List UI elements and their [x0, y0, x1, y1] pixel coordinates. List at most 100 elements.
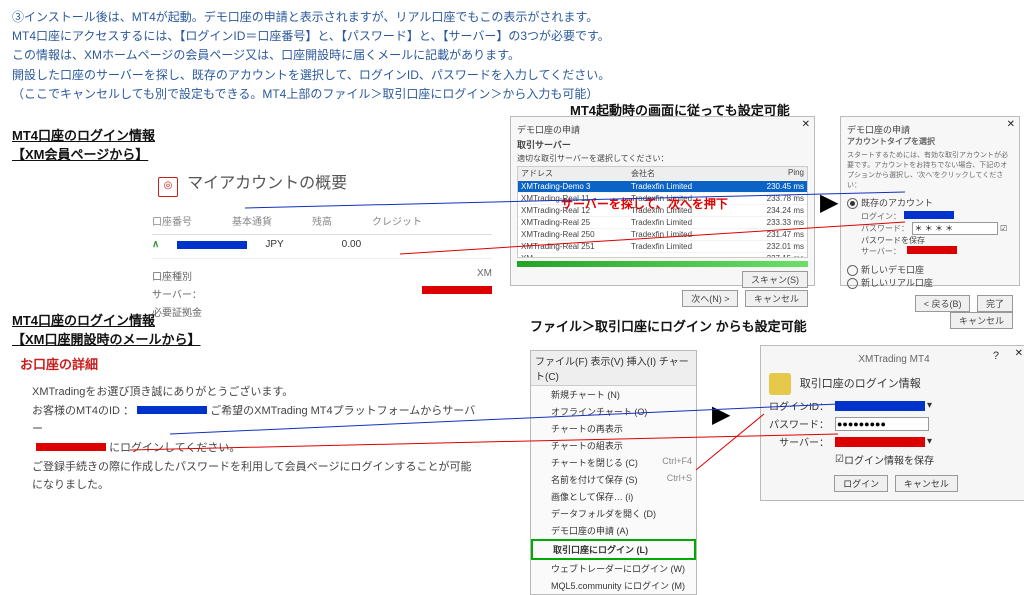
server-row: サーバー：: [861, 246, 1013, 257]
intro-line: （ここでキャンセルしても別で設定もできる。MT4上部のファイル＞取引口座にログイ…: [12, 85, 1012, 104]
menu-item[interactable]: 新規チャート (N): [531, 386, 696, 403]
dialog-desc: スタートするためには、有効な取引アカウントが必要です。アカウントをお持ちでない場…: [847, 150, 1013, 190]
login-id-row: ログインID： ▾: [769, 398, 1019, 413]
menu-item[interactable]: オフラインチャート (O): [531, 403, 696, 420]
dropdown-icon[interactable]: ▾: [927, 400, 932, 411]
menu-item[interactable]: チャートを閉じる (C)Ctrl+F4: [531, 454, 696, 471]
close-icon[interactable]: ✕: [1015, 348, 1023, 359]
login-row: ログイン：: [861, 211, 1013, 222]
menu-item[interactable]: チャートの再表示: [531, 420, 696, 437]
tab-col: 残高: [312, 213, 332, 228]
back-button[interactable]: < 戻る(B): [915, 295, 971, 312]
mail-line: にログインしてください。: [32, 439, 482, 458]
dialog-sub: アカウントタイプを選択: [847, 136, 1013, 147]
tab-col: クレジット: [372, 213, 422, 228]
mail-server-masked: [36, 443, 106, 451]
account-type-dialog: ✕ デモ口座の申請 アカウントタイプを選択 スタートするためには、有効な取引アカ…: [840, 116, 1020, 286]
menu-item[interactable]: チャートの組表示: [531, 437, 696, 454]
caption-filemenu: ファイル＞取引口座にログイン からも設定可能: [530, 316, 807, 335]
opt-real[interactable]: 新しいリアル口座: [847, 276, 1013, 289]
tab-col: 基本通貨: [232, 213, 272, 228]
password-field[interactable]: [912, 222, 998, 235]
password-field[interactable]: [835, 417, 929, 431]
kv-row: サーバー：: [152, 286, 492, 301]
login-dialog: ✕ ? XMTrading MT4 取引口座のログイン情報 ログインID： ▾ …: [760, 345, 1024, 501]
overview-tabs: 口座番号 基本通貨 残高 クレジット: [152, 207, 492, 235]
overview-title: マイアカウントの概要: [187, 175, 347, 192]
arrow-icon: ▶: [712, 400, 730, 429]
scan-button[interactable]: スキャン(S): [742, 271, 808, 288]
list-header: アドレス 会社名 Ping: [518, 167, 807, 180]
menu-item[interactable]: 取引口座にログイン (L): [531, 539, 696, 560]
intro-line: ③インストール後は、MT4が起動。デモ口座の申請と表示されますが、リアル口座でも…: [12, 8, 1012, 27]
menu-item[interactable]: 画像として保存… (i): [531, 488, 696, 505]
balance: 0.00: [342, 239, 361, 250]
tab-col: 口座番号: [152, 213, 192, 228]
opt-existing[interactable]: 既存のアカウント: [847, 196, 1013, 209]
radio-icon: [847, 278, 858, 289]
close-icon[interactable]: ✕: [802, 119, 810, 130]
cancel-button[interactable]: キャンセル: [895, 475, 958, 492]
menu-item[interactable]: ウェブトレーダーにログイン (W): [531, 560, 696, 577]
done-button[interactable]: 完了: [977, 295, 1013, 312]
menu-item[interactable]: MQL5.community にログイン (M): [531, 577, 696, 594]
intro-line: この情報は、XMホームページの会員ページ又は、口座開設時に届くメールに記載があり…: [12, 46, 1012, 65]
login-button[interactable]: ログイン: [834, 475, 888, 492]
key-icon: [769, 373, 791, 395]
menu-item[interactable]: 名前を付けて保存 (S)Ctrl+S: [531, 471, 696, 488]
dropdown-icon[interactable]: ▾: [927, 436, 932, 447]
login-id-masked: [835, 401, 925, 411]
overview-row: ∧ JPY 0.00: [152, 239, 492, 250]
caret-icon[interactable]: ∧: [152, 239, 159, 250]
intro-line: 開設した口座のサーバーを探し、既存のアカウントを選択して、ログインID、パスワー…: [12, 66, 1012, 85]
login-masked: [904, 211, 954, 219]
overview-icon: ◎: [158, 177, 178, 197]
file-menu[interactable]: ファイル(F) 表示(V) 挿入(I) チャート(C) 新規チャート (N)オフ…: [530, 350, 697, 595]
server-list-item[interactable]: XMTrading-Demo 3Tradexfin Limited230.45 …: [518, 180, 807, 192]
server-row: サーバー： ▾: [769, 434, 1019, 449]
server-list-item[interactable]: XMTrading-Real 251Tradexfin Limited232.0…: [518, 240, 807, 252]
mail-line: XMTradingをお選び頂き誠にありがとうございます。: [32, 383, 482, 402]
close-icon[interactable]: ✕: [1007, 119, 1015, 130]
server-list-item[interactable]: XMTrading-Real 250Tradexfin Limited231.4…: [518, 228, 807, 240]
mail-heading: お口座の詳細: [20, 354, 482, 373]
arrow-icon: ▶: [820, 188, 838, 217]
next-button[interactable]: 次へ(N) >: [682, 290, 738, 307]
intro-line: MT4口座にアクセスするには、【ログインID＝口座番号】と、【パスワード】と、【…: [12, 27, 1012, 46]
dialog-note: 適切な取引サーバーを選択してください：: [517, 153, 808, 164]
dialog-title: デモ口座の申請: [517, 123, 808, 136]
save-login-check[interactable]: ☑ ログイン情報を保存: [835, 452, 1019, 467]
section-a-title: MT4口座のログイン情報【XM会員ページから】: [12, 125, 492, 163]
server-overlay-text: サーバーを探して、次へを押下: [561, 195, 728, 212]
currency: JPY: [265, 239, 283, 250]
account-overview: ◎ マイアカウントの概要 口座番号 基本通貨 残高 クレジット ∧ JPY 0.…: [152, 169, 492, 319]
opt-demo[interactable]: 新しいデモ口座: [847, 263, 1013, 276]
server-select-dialog: ✕ デモ口座の申請 取引サーバー 適切な取引サーバーを選択してください： アドレ…: [510, 116, 815, 286]
server-masked: [907, 246, 957, 254]
server-list-item[interactable]: XM237.15 ms: [518, 252, 807, 258]
dialog-title: デモ口座の申請: [847, 123, 1013, 136]
mail-id-masked: [137, 406, 207, 414]
dialog-subtitle: 取引サーバー: [517, 138, 808, 151]
mail-line: ご登録手続きの際に作成したパスワードを利用して会員ページにログインすることが可能…: [32, 458, 482, 495]
radio-icon: [847, 265, 858, 276]
menu-item[interactable]: データフォルダを開く (D): [531, 505, 696, 522]
cancel-button[interactable]: キャンセル: [745, 290, 808, 307]
server-masked: [835, 437, 925, 447]
server-masked: [422, 286, 492, 294]
server-list[interactable]: アドレス 会社名 Ping XMTrading-Demo 3Tradexfin …: [517, 166, 808, 258]
server-list-item[interactable]: XMTrading-Real 25Tradexfin Limited233.33…: [518, 216, 807, 228]
kv-row: 口座種別XM: [152, 268, 492, 283]
mail-line: お客様のMT4のID ： ご希望のXMTrading MT4プラットフォームから…: [32, 402, 482, 439]
cancel-button[interactable]: キャンセル: [950, 312, 1013, 329]
password-row: パスワード：: [769, 416, 1019, 431]
section-b-title: MT4口座のログイン情報【XM口座開設時のメールから】: [12, 310, 482, 348]
account-id-masked: [177, 241, 247, 249]
progress-bar: [517, 261, 808, 267]
menu-item[interactable]: デモ口座の申請 (A): [531, 522, 696, 539]
help-icon[interactable]: ?: [993, 350, 999, 362]
intro-text: ③インストール後は、MT4が起動。デモ口座の申請と表示されますが、リアル口座でも…: [12, 8, 1012, 104]
login-title: 取引口座のログイン情報: [800, 378, 921, 390]
menu-header: ファイル(F) 表示(V) 挿入(I) チャート(C): [531, 351, 696, 386]
radio-icon: [847, 198, 858, 209]
